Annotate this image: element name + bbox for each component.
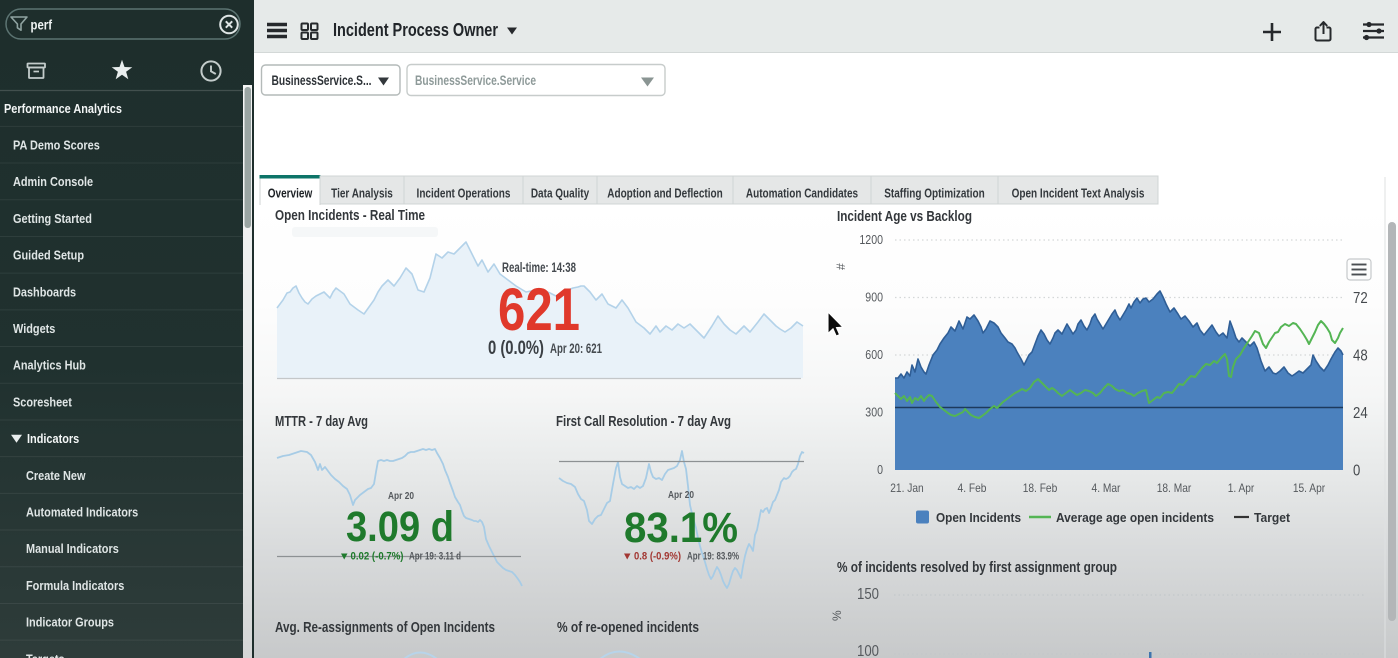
svg-text:18. Mar: 18. Mar bbox=[1157, 481, 1192, 495]
svg-text:4. Feb: 4. Feb bbox=[958, 481, 987, 495]
svg-text:Open Incidents - Real Time: Open Incidents - Real Time bbox=[275, 208, 425, 224]
svg-text:Apr 19: 83.9%: Apr 19: 83.9% bbox=[687, 551, 739, 563]
svg-text:Automation Candidates: Automation Candidates bbox=[746, 187, 858, 201]
svg-text:% of re-opened incidents: % of re-opened incidents bbox=[557, 620, 699, 636]
svg-text:1. Apr: 1. Apr bbox=[1228, 481, 1255, 495]
svg-text:Manual Indicators: Manual Indicators bbox=[26, 541, 119, 556]
svg-text:Staffing Optimization: Staffing Optimization bbox=[884, 187, 985, 201]
svg-text:Create New: Create New bbox=[26, 468, 86, 483]
svg-text:4. Mar: 4. Mar bbox=[1092, 481, 1121, 495]
svg-text:Formula Indicators: Formula Indicators bbox=[26, 578, 124, 593]
svg-text:Overview: Overview bbox=[268, 187, 313, 201]
svg-text:%: % bbox=[830, 610, 844, 621]
svg-text:Indicator Groups: Indicator Groups bbox=[26, 615, 114, 630]
svg-text:Admin Console: Admin Console bbox=[13, 174, 93, 189]
svg-text:% of incidents resolved by fir: % of incidents resolved by first assignm… bbox=[837, 560, 1117, 576]
svg-text:3.09 d: 3.09 d bbox=[346, 503, 454, 551]
svg-text:Open Incidents: Open Incidents bbox=[936, 510, 1021, 525]
svg-text:Data Quality: Data Quality bbox=[531, 187, 589, 201]
svg-text:Apr 20: Apr 20 bbox=[388, 490, 414, 502]
svg-text:BusinessService.Service: BusinessService.Service bbox=[415, 73, 536, 88]
svg-text:Incident Operations: Incident Operations bbox=[417, 187, 511, 201]
svg-text:21. Jan: 21. Jan bbox=[890, 481, 924, 495]
svg-text:Target: Target bbox=[1254, 510, 1291, 525]
svg-text:Avg. Re-assignments of Open In: Avg. Re-assignments of Open Incidents bbox=[275, 620, 495, 636]
svg-text:100: 100 bbox=[857, 643, 879, 658]
svg-text:0 (0.0%): 0 (0.0%) bbox=[488, 337, 544, 359]
svg-text:83.1%: 83.1% bbox=[624, 504, 738, 552]
svg-text:Real-time: 14:38: Real-time: 14:38 bbox=[502, 260, 576, 275]
svg-text:0: 0 bbox=[1353, 463, 1361, 480]
svg-text:MTTR - 7 day Avg: MTTR - 7 day Avg bbox=[275, 414, 368, 430]
svg-text:Guided Setup: Guided Setup bbox=[13, 248, 84, 263]
svg-text:Performance Analytics: Performance Analytics bbox=[4, 101, 122, 116]
svg-text:PA Demo Scores: PA Demo Scores bbox=[13, 138, 100, 153]
svg-text:Open Incident Text Analysis: Open Incident Text Analysis bbox=[1012, 187, 1145, 201]
svg-text:Getting Started: Getting Started bbox=[13, 211, 92, 226]
svg-text:900: 900 bbox=[865, 291, 883, 305]
svg-text:Apr 20: 621: Apr 20: 621 bbox=[550, 341, 602, 356]
svg-text:Incident Process Owner: Incident Process Owner bbox=[333, 20, 498, 40]
svg-text:18. Feb: 18. Feb bbox=[1023, 481, 1058, 495]
svg-text:300: 300 bbox=[865, 406, 883, 420]
svg-text:Average age open incidents: Average age open incidents bbox=[1056, 510, 1214, 525]
svg-text:perf: perf bbox=[31, 17, 53, 33]
svg-text:Incident Age vs Backlog: Incident Age vs Backlog bbox=[837, 209, 972, 225]
svg-text:Apr 19: 3.11 d: Apr 19: 3.11 d bbox=[409, 551, 461, 563]
svg-text:600: 600 bbox=[865, 348, 883, 362]
svg-text:0.02 (-0.7%): 0.02 (-0.7%) bbox=[351, 551, 404, 563]
svg-text:1200: 1200 bbox=[859, 233, 883, 247]
svg-text:72: 72 bbox=[1353, 290, 1368, 307]
svg-text:48: 48 bbox=[1353, 348, 1368, 365]
svg-text:Indicators: Indicators bbox=[27, 431, 79, 446]
svg-text:Analytics Hub: Analytics Hub bbox=[13, 358, 86, 373]
svg-text:Dashboards: Dashboards bbox=[13, 284, 76, 299]
svg-text:Widgets: Widgets bbox=[13, 321, 55, 336]
svg-text:24: 24 bbox=[1353, 405, 1368, 422]
svg-text:#: # bbox=[834, 263, 848, 270]
svg-text:Tier Analysis: Tier Analysis bbox=[331, 187, 393, 201]
svg-text:621: 621 bbox=[498, 276, 580, 343]
svg-text:Targets: Targets bbox=[26, 651, 65, 658]
svg-text:Adoption and Deflection: Adoption and Deflection bbox=[607, 187, 723, 201]
svg-text:15. Apr: 15. Apr bbox=[1293, 481, 1325, 495]
svg-text:Automated Indicators: Automated Indicators bbox=[26, 505, 138, 520]
svg-text:0.8 (-0.9%): 0.8 (-0.9%) bbox=[634, 551, 681, 563]
svg-text:First Call Resolution - 7 day: First Call Resolution - 7 day Avg bbox=[556, 414, 731, 430]
svg-text:Apr 20: Apr 20 bbox=[668, 489, 694, 501]
svg-text:0: 0 bbox=[877, 463, 883, 477]
svg-text:Scoresheet: Scoresheet bbox=[13, 394, 72, 409]
svg-text:BusinessService.S...: BusinessService.S... bbox=[272, 73, 372, 88]
svg-text:150: 150 bbox=[857, 586, 879, 603]
